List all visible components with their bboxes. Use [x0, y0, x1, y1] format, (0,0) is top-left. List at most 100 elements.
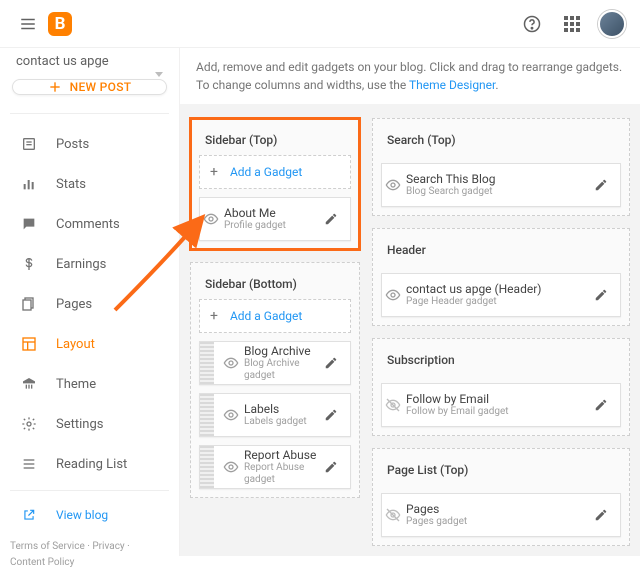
edit-gadget-button[interactable] — [590, 288, 612, 302]
help-icon — [522, 14, 542, 34]
tos-link[interactable]: Terms of Service — [10, 541, 85, 552]
visibility-toggle[interactable] — [382, 397, 404, 413]
gadget-subtitle: Pages gadget — [406, 516, 590, 528]
visibility-icon — [223, 407, 239, 423]
section-title: Sidebar (Top) — [199, 127, 351, 155]
gadget-subtitle: Blog Search gadget — [406, 186, 590, 198]
edit-gadget-button[interactable] — [590, 398, 612, 412]
edit-icon — [594, 398, 608, 412]
theme-icon — [21, 376, 37, 392]
gadget-card[interactable]: contact us apge (Header)Page Header gadg… — [381, 273, 621, 317]
blog-name: contact us apge — [16, 54, 109, 69]
gadget-card[interactable]: PagesPages gadget — [381, 493, 621, 537]
nav-comments[interactable]: Comments — [0, 204, 179, 244]
plus-icon: + — [210, 164, 218, 180]
visibility-toggle[interactable] — [220, 355, 242, 371]
visibility-toggle[interactable] — [382, 287, 404, 303]
content-policy-link[interactable]: Content Policy — [10, 557, 74, 568]
section-title: Header — [381, 237, 621, 265]
gadget-subtitle: Profile gadget — [224, 220, 320, 232]
drag-handle[interactable] — [200, 394, 214, 436]
visibility-icon — [203, 211, 219, 227]
gadget-title: contact us apge (Header) — [406, 282, 590, 296]
account-button[interactable] — [592, 4, 632, 44]
layout-section: Search (Top)Search This BlogBlog Search … — [372, 118, 630, 216]
nav-pages[interactable]: Pages — [0, 284, 179, 324]
nav-theme[interactable]: Theme — [0, 364, 179, 404]
blogger-logo[interactable]: B — [48, 12, 72, 36]
edit-icon — [594, 178, 608, 192]
gadget-subtitle: Page Header gadget — [406, 296, 590, 308]
edit-icon — [324, 460, 338, 474]
gadget-subtitle: Follow by Email gadget — [406, 406, 590, 418]
edit-icon — [324, 408, 338, 422]
visibility-toggle[interactable] — [200, 211, 222, 227]
blog-selector[interactable]: contact us apge — [2, 54, 177, 69]
nav-posts[interactable]: Posts — [0, 124, 179, 164]
gadget-card[interactable]: Report AbuseReport Abuse gadget — [199, 445, 351, 489]
edit-icon — [594, 288, 608, 302]
left-sidebar: contact us apge NEW POST Posts Stats Com… — [0, 48, 180, 556]
edit-gadget-button[interactable] — [590, 508, 612, 522]
layout-section: Page List (Top) PagesPages gadget — [372, 448, 630, 546]
section-title: Subscription — [381, 347, 621, 375]
plus-icon: + — [210, 308, 218, 324]
add-gadget-button[interactable]: +Add a Gadget — [199, 155, 351, 189]
nav-layout[interactable]: Layout — [0, 324, 179, 364]
avatar — [598, 10, 626, 38]
footer-links: Terms of Service Privacy Content Policy — [0, 533, 179, 577]
reading-list-icon — [21, 456, 37, 472]
layout-section: Header contact us apge (Header)Page Heade… — [372, 228, 630, 326]
nav-earnings[interactable]: Earnings — [0, 244, 179, 284]
apps-button[interactable] — [552, 4, 592, 44]
comments-icon — [21, 216, 37, 232]
plus-icon — [48, 80, 62, 94]
nav-settings[interactable]: Settings — [0, 404, 179, 444]
edit-gadget-button[interactable] — [320, 460, 342, 474]
visibility-toggle[interactable] — [220, 407, 242, 423]
apps-icon — [564, 16, 580, 32]
gadget-card[interactable]: Search This BlogBlog Search gadget — [381, 163, 621, 207]
visibility-icon — [385, 287, 401, 303]
privacy-link[interactable]: Privacy — [92, 541, 124, 552]
main-area: Add, remove and edit gadgets on your blo… — [180, 48, 640, 556]
edit-gadget-button[interactable] — [320, 356, 342, 370]
layout-section: Subscription Follow by EmailFollow by Ema… — [372, 338, 630, 436]
gadget-card[interactable]: Blog ArchiveBlog Archive gadget — [199, 341, 351, 385]
drag-handle[interactable] — [200, 446, 214, 488]
visibility-icon — [385, 177, 401, 193]
new-post-button[interactable]: NEW POST — [12, 79, 167, 95]
gadget-title: Follow by Email — [406, 392, 590, 406]
gadget-card[interactable]: LabelsLabels gadget — [199, 393, 351, 437]
nav-stats[interactable]: Stats — [0, 164, 179, 204]
gadget-title: About Me — [224, 206, 320, 220]
visibility-toggle[interactable] — [220, 459, 242, 475]
nav-reading-list[interactable]: Reading List — [0, 444, 179, 484]
help-button[interactable] — [512, 4, 552, 44]
gadget-card[interactable]: About MeProfile gadget — [199, 197, 351, 241]
edit-gadget-button[interactable] — [320, 408, 342, 422]
edit-icon — [324, 356, 338, 370]
menu-button[interactable] — [8, 4, 48, 44]
layout-icon — [21, 336, 37, 352]
nav-list: Posts Stats Comments Earnings Pages Layo… — [0, 120, 179, 533]
nav-view-blog[interactable]: View blog — [0, 497, 179, 533]
add-gadget-button[interactable]: +Add a Gadget — [199, 299, 351, 333]
layout-section: Sidebar (Top)+Add a Gadget About MeProfil… — [190, 118, 360, 250]
visibility-off-icon — [385, 507, 401, 523]
section-title: Page List (Top) — [381, 457, 621, 485]
visibility-toggle[interactable] — [382, 507, 404, 523]
settings-icon — [21, 416, 37, 432]
gadget-card[interactable]: Follow by EmailFollow by Email gadget — [381, 383, 621, 427]
edit-gadget-button[interactable] — [590, 178, 612, 192]
edit-gadget-button[interactable] — [320, 212, 342, 226]
drag-handle[interactable] — [200, 342, 214, 384]
visibility-toggle[interactable] — [382, 177, 404, 193]
gadget-title: Blog Archive — [244, 344, 320, 358]
gadget-title: Search This Blog — [406, 172, 590, 186]
visibility-icon — [223, 459, 239, 475]
theme-designer-link[interactable]: Theme Designer — [409, 78, 495, 92]
pages-icon — [21, 296, 37, 312]
layout-canvas: Sidebar (Top)+Add a GadgetAbout MeProfil… — [180, 104, 640, 556]
layout-section: Sidebar (Bottom)+Add a GadgetBlog Archiv… — [190, 262, 360, 498]
